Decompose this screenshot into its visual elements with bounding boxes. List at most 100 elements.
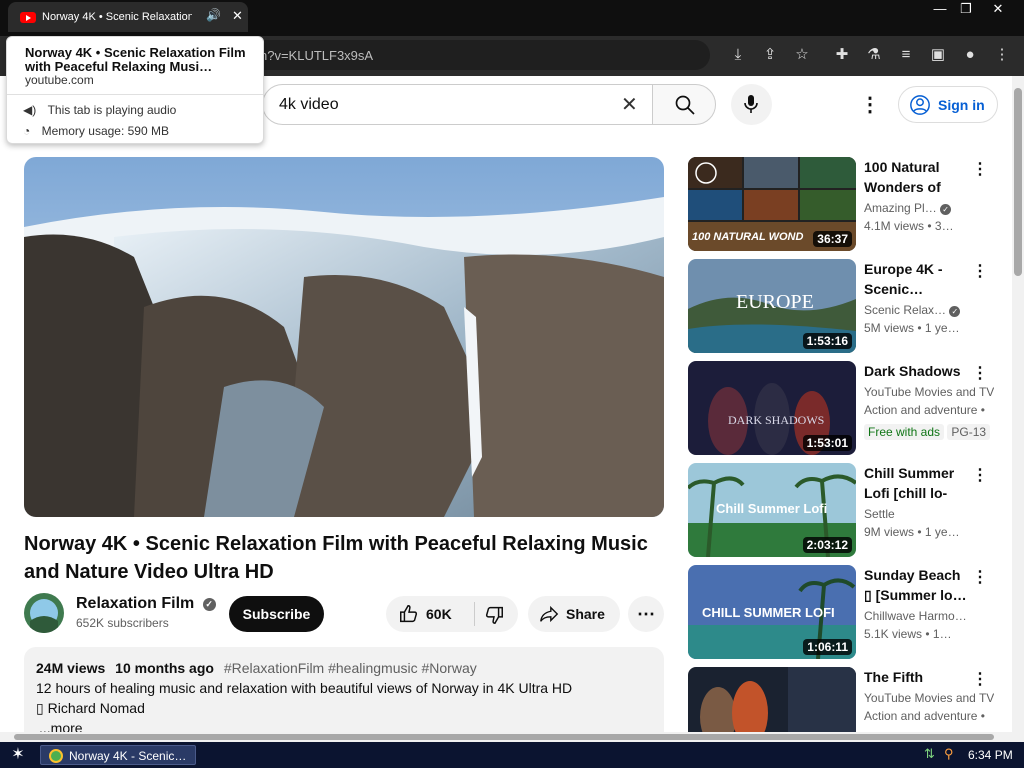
recommendation-item[interactable]: EUROPE 1:53:16 Europe 4K - Scenic… Sceni… (688, 259, 1000, 353)
sign-in-button[interactable]: Sign in (898, 86, 998, 123)
install-icon[interactable]: ⤓ (726, 43, 750, 67)
recommendation-item[interactable]: 100 NATURAL WOND 36:37 100 Natural Wonde… (688, 157, 1000, 251)
search-tray-icon[interactable]: ⚲ (944, 746, 954, 762)
thumbnail[interactable]: DARK SHADOWS 1:53:01 (688, 361, 856, 455)
recommendation-item[interactable]: CHILL SUMMER LOFI 1:06:11 Sunday Beach ▯… (688, 565, 1000, 659)
recommendation-meta: 4.1M views • 3… (864, 219, 994, 233)
taskbar-app-button[interactable]: Norway 4K - Scenic… (40, 745, 196, 765)
recommendation-title[interactable]: The Fifth Element (864, 667, 968, 687)
horizontal-scrollbar[interactable] (0, 732, 1024, 742)
search-button[interactable] (652, 84, 716, 125)
thumbnail[interactable]: 100 NATURAL WOND 36:37 (688, 157, 856, 251)
recommendation-title[interactable]: Chill Summer Lofi [chill lo-fi… (864, 463, 968, 503)
thumbnail[interactable]: EUROPE 1:53:16 (688, 259, 856, 353)
side-panel-icon[interactable]: ▣ (926, 43, 950, 67)
upload-age: • 1 ye… (917, 525, 960, 539)
upload-age: • 1 ye… (917, 321, 960, 335)
recommendation-item[interactable]: DARK SHADOWS 1:53:01 Dark Shadows YouTub… (688, 361, 1000, 455)
hashtags[interactable]: #RelaxationFilm #healingmusic #Norway (224, 660, 477, 676)
channel-avatar[interactable] (24, 593, 64, 633)
recommendation-genre: Action and adventure • (864, 709, 985, 723)
browser-tab[interactable]: Norway 4K • Scenic Relaxation 🔊 ✕ (8, 2, 248, 32)
recommendation-title[interactable]: Europe 4K - Scenic… (864, 259, 968, 299)
recommendation-title[interactable]: Sunday Beach ▯ [Summer lo… (864, 565, 968, 605)
upload-age: • 3… (927, 219, 954, 233)
more-actions-icon[interactable]: ⋯ (628, 596, 664, 632)
subscribe-button[interactable]: Subscribe (229, 596, 324, 632)
search-input[interactable]: 4k video (279, 96, 339, 114)
view-count: 9M views (864, 525, 915, 539)
duration-badge: 1:53:16 (802, 333, 852, 349)
like-dislike-group: 60K (386, 596, 518, 632)
view-count: 5M views (864, 321, 915, 335)
recommendation-genre: Action and adventure • (864, 403, 985, 417)
share-button[interactable]: Share (528, 596, 620, 632)
network-icon[interactable]: ⇅ (924, 746, 935, 762)
channel-name[interactable]: Relaxation Film ✓ (76, 595, 216, 613)
media-queue-icon[interactable]: ≡ (894, 43, 918, 67)
recommendation-channel: YouTube Movies and TV (864, 691, 994, 705)
clock: 6:34 PM (968, 748, 1013, 762)
bookmark-star-icon[interactable]: ☆ (790, 43, 814, 67)
extensions-icon[interactable]: ✚ (830, 43, 854, 67)
speaker-icon[interactable]: 🔊 (206, 8, 221, 22)
memory-status: ◔ Memory usage: 590 MB (23, 124, 169, 138)
description-credit: ▯ Richard Nomad (36, 700, 145, 717)
taskbar-app-label: Norway 4K - Scenic… (69, 749, 187, 763)
upload-age: • 1… (925, 627, 952, 641)
scrollbar-thumb[interactable] (14, 734, 994, 740)
restore-icon[interactable]: ❐ (950, 0, 982, 18)
rating-badge: PG-13 (947, 424, 991, 440)
item-menu-icon[interactable]: ⋮ (972, 261, 988, 281)
vertical-scrollbar[interactable] (1012, 76, 1024, 736)
item-menu-icon[interactable]: ⋮ (972, 159, 988, 179)
verified-icon: ✓ (940, 204, 952, 215)
hover-card-title: Norway 4K • Scenic Relaxation Film with … (25, 45, 246, 74)
url-text: n?v=KLUTLF3x9sA (260, 48, 374, 63)
thumbnail-image (688, 667, 856, 733)
recommendation-item[interactable]: Chill Summer Lofi 2:03:12 Chill Summer L… (688, 463, 1000, 557)
clear-search-icon[interactable]: ✕ (621, 92, 638, 117)
thumbnail[interactable] (688, 667, 856, 733)
thumbs-down-icon (485, 606, 503, 624)
thumbnail[interactable]: Chill Summer Lofi 2:03:12 (688, 463, 856, 557)
like-button[interactable]: 60K (386, 596, 474, 632)
start-button[interactable]: ✶ (4, 744, 32, 766)
youtube-favicon-icon (20, 12, 36, 23)
recommendation-item[interactable]: The Fifth Element YouTube Movies and TV … (688, 667, 1000, 733)
view-count: 5.1K views (864, 627, 923, 641)
thumbnail[interactable]: CHILL SUMMER LOFI 1:06:11 (688, 565, 856, 659)
item-menu-icon[interactable]: ⋮ (972, 669, 988, 689)
settings-menu-icon[interactable]: ⋮ (860, 92, 880, 117)
recommendation-meta: 5M views • 1 ye… (864, 321, 994, 335)
channel-text: Amazing Pl… (864, 201, 937, 215)
item-menu-icon[interactable]: ⋮ (972, 567, 988, 587)
thumbnail-caption: EUROPE (736, 291, 814, 313)
scrollbar-thumb[interactable] (1014, 88, 1022, 276)
item-menu-icon[interactable]: ⋮ (972, 465, 988, 485)
thumbs-up-icon (400, 605, 418, 623)
microphone-icon (744, 95, 758, 113)
voice-search-button[interactable] (731, 84, 772, 125)
profile-icon[interactable]: ● (958, 43, 982, 67)
labs-icon[interactable]: ⚗ (862, 43, 886, 67)
video-player[interactable] (24, 157, 664, 517)
hover-card-domain: youtube.com (25, 73, 94, 87)
memory-status-text: Memory usage: 590 MB (41, 124, 169, 138)
video-frame-glacier (24, 157, 664, 517)
recommendation-title[interactable]: 100 Natural Wonders of th… (864, 157, 968, 197)
share-page-icon[interactable]: ⇪ (758, 43, 782, 67)
divider (7, 94, 263, 95)
description-line: 12 hours of healing music and relaxation… (36, 680, 573, 696)
duration-badge: 1:53:01 (802, 435, 852, 451)
window-close-icon[interactable]: ✕ (982, 0, 1014, 18)
thumbnail-caption: 100 NATURAL WOND (692, 231, 804, 243)
item-menu-icon[interactable]: ⋮ (972, 363, 988, 383)
recommendation-badges: Free with ads PG-13 (864, 424, 994, 440)
search-box[interactable]: 4k video ✕ (262, 84, 652, 125)
tab-close-icon[interactable]: ✕ (232, 8, 243, 24)
dislike-button[interactable] (475, 596, 518, 632)
upload-age: 10 months ago (115, 660, 214, 676)
browser-menu-icon[interactable]: ⋮ (990, 43, 1014, 67)
browser-tab-bar: Norway 4K • Scenic Relaxation 🔊 ✕ — ❐ ✕ (0, 0, 1024, 36)
